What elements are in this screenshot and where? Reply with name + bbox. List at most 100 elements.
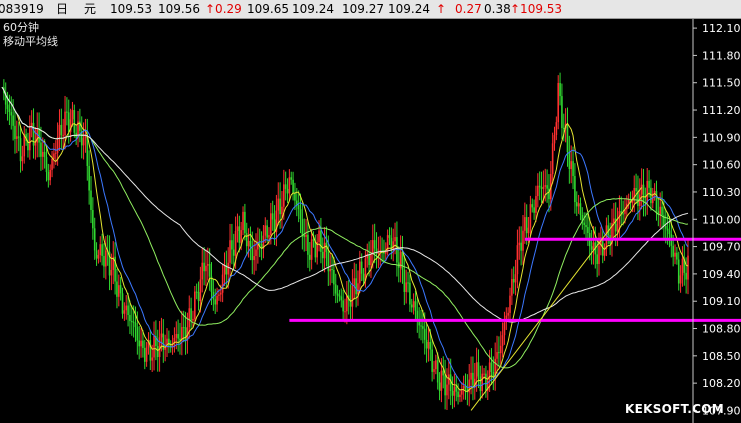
candle-body bbox=[661, 206, 663, 216]
candle-body bbox=[557, 82, 560, 123]
candle-body bbox=[499, 345, 502, 354]
candle-body bbox=[283, 184, 285, 207]
candle-body bbox=[420, 325, 422, 327]
candle-body bbox=[666, 228, 669, 231]
candle-body bbox=[242, 211, 244, 231]
candle-body bbox=[92, 210, 94, 229]
candle-body bbox=[659, 206, 661, 215]
candle-body bbox=[207, 263, 209, 266]
candle-body bbox=[436, 360, 439, 383]
candle-body bbox=[455, 386, 458, 392]
candle-body bbox=[194, 291, 196, 319]
candle-body bbox=[485, 373, 487, 391]
candle-body bbox=[522, 230, 524, 251]
candle-body bbox=[216, 295, 218, 305]
candle-body bbox=[373, 240, 376, 249]
candle-body bbox=[95, 250, 98, 259]
candle-body bbox=[453, 386, 456, 396]
candle-body bbox=[130, 321, 133, 323]
candle-body bbox=[355, 278, 357, 295]
candle-body bbox=[258, 243, 261, 245]
candle-body bbox=[190, 308, 192, 321]
candle-body bbox=[551, 143, 554, 174]
y-tick-label: 109.70 bbox=[702, 241, 741, 254]
candle-body bbox=[153, 335, 155, 358]
candle-body bbox=[572, 161, 574, 177]
candle-body bbox=[205, 265, 207, 272]
candle-body bbox=[329, 269, 331, 272]
candle-body bbox=[21, 156, 24, 162]
candle-body bbox=[496, 352, 498, 359]
candle-body bbox=[251, 247, 254, 261]
candle-body bbox=[459, 394, 461, 398]
candle-body bbox=[392, 241, 395, 250]
candle-body bbox=[512, 279, 515, 283]
quote-value-2: 109.24 bbox=[292, 2, 334, 16]
candle-body bbox=[412, 301, 415, 308]
candle-body bbox=[633, 188, 636, 201]
candle-body bbox=[427, 341, 430, 349]
candle-body bbox=[461, 390, 463, 395]
candle-body bbox=[498, 352, 500, 354]
plot-label: 60分钟 移动平均线 bbox=[3, 21, 58, 49]
candle-body bbox=[182, 327, 185, 329]
candle-body bbox=[555, 122, 558, 136]
candle-body bbox=[655, 190, 658, 212]
y-tick-label: 108.20 bbox=[702, 377, 741, 390]
price-chart[interactable]: 112.10 111.80 111.50 111.20 110.90 110.60 110.… bbox=[0, 19, 741, 423]
candle-body bbox=[344, 311, 346, 313]
candle-body bbox=[286, 188, 289, 194]
candle-body bbox=[362, 273, 365, 281]
candle-body bbox=[66, 111, 68, 113]
open-value: 109.53 bbox=[110, 2, 152, 16]
candle-body bbox=[477, 362, 480, 377]
candle-body bbox=[577, 203, 580, 207]
change-value: ↑0.29 bbox=[205, 2, 242, 16]
candle-body bbox=[299, 209, 302, 220]
candle-body bbox=[583, 222, 585, 225]
candle-body bbox=[664, 225, 667, 229]
candle-body bbox=[201, 262, 204, 280]
candle-body bbox=[160, 333, 163, 338]
candle-body bbox=[129, 315, 131, 322]
candle-body bbox=[142, 340, 144, 349]
candle-body bbox=[514, 274, 517, 283]
candle-body bbox=[403, 269, 406, 292]
candle-body bbox=[394, 237, 396, 242]
candle-body bbox=[140, 340, 142, 347]
candle-body bbox=[127, 305, 129, 316]
candle-body bbox=[279, 198, 281, 215]
candle-body bbox=[574, 176, 576, 203]
moving-average-line bbox=[1, 86, 689, 369]
candle-body bbox=[444, 375, 446, 396]
last-price: ↑109.53 bbox=[510, 2, 563, 16]
candle-body bbox=[331, 269, 333, 271]
candle-body bbox=[188, 308, 191, 328]
price-axis: 112.10 111.80 111.50 111.20 110.90 110.60 110.… bbox=[692, 19, 741, 423]
quote-value-4: 109.24 bbox=[388, 2, 430, 16]
moving-average-line bbox=[1, 86, 689, 389]
candle-body bbox=[138, 340, 140, 347]
candle-body bbox=[674, 252, 676, 257]
candle-body bbox=[40, 142, 42, 157]
candle-body bbox=[54, 152, 57, 154]
candle-body bbox=[245, 233, 248, 247]
candle-body bbox=[145, 347, 148, 362]
annotation-layer bbox=[289, 187, 741, 411]
candle-body bbox=[431, 349, 433, 372]
candle-body bbox=[360, 261, 363, 274]
candle-body bbox=[414, 301, 417, 311]
y-tick-label: 108.80 bbox=[702, 323, 741, 336]
candle-body bbox=[351, 285, 354, 307]
candle-body bbox=[524, 217, 526, 231]
candle-body bbox=[407, 282, 409, 284]
candle-body bbox=[553, 135, 556, 144]
candle-body bbox=[240, 230, 242, 243]
candle-body bbox=[30, 122, 33, 126]
candle-body bbox=[105, 250, 107, 267]
candle-body bbox=[10, 112, 13, 116]
candle-body bbox=[342, 300, 344, 312]
candle-body bbox=[650, 187, 652, 204]
moving-average-line bbox=[1, 86, 689, 323]
candle-body bbox=[676, 252, 678, 260]
